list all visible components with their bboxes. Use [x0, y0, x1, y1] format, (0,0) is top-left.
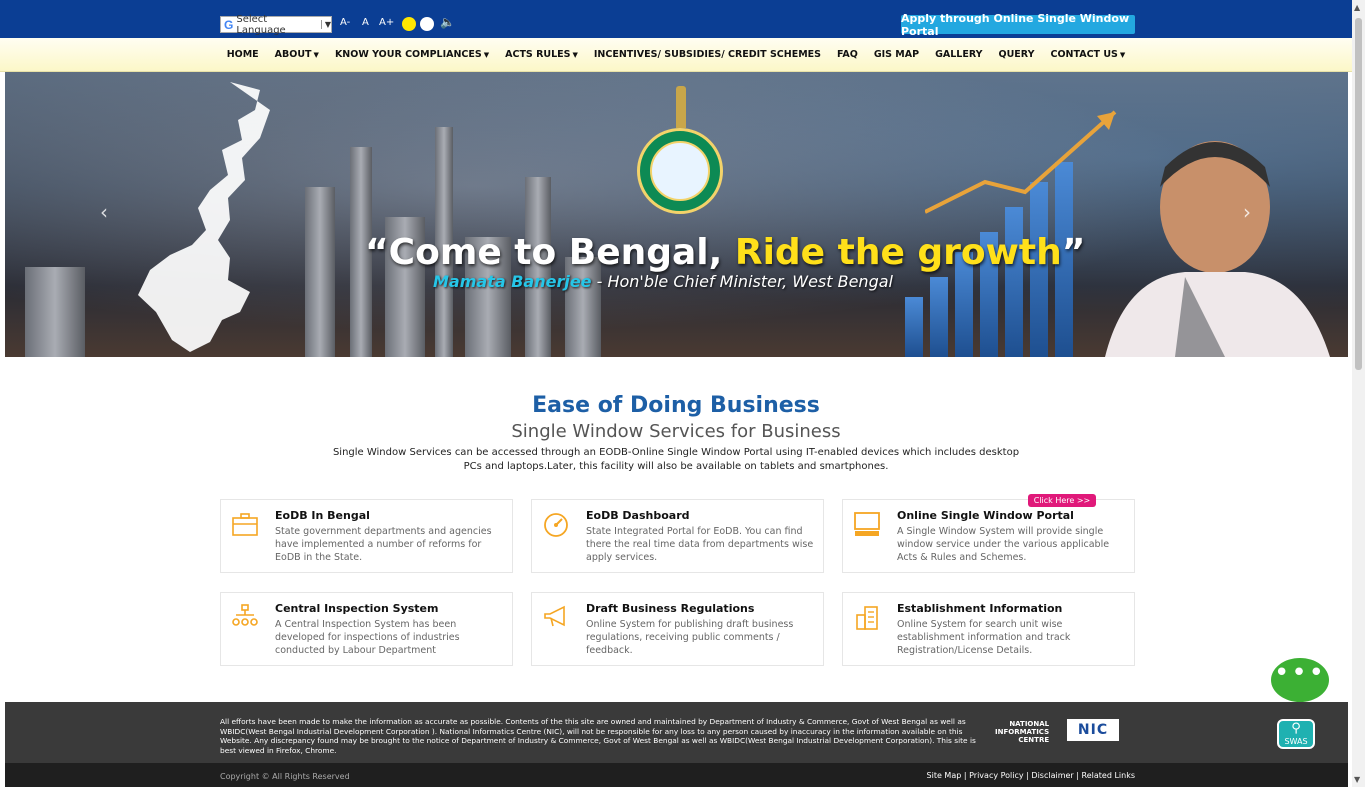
card-description: State government departments and agencie… [275, 526, 492, 563]
page-title: Ease of Doing Business [532, 393, 820, 418]
card-establishment-information[interactable]: Establishment Information Online System … [842, 592, 1135, 666]
chat-bubble-button[interactable]: ••• [1271, 658, 1329, 702]
nav-item-compliances[interactable]: KNOW YOUR COMPLIANCES ▼ [335, 49, 489, 60]
yellow-theme-button[interactable] [402, 17, 416, 31]
scrollbar-thumb[interactable] [1355, 18, 1362, 370]
hero-banner: ‹ › “Come to Bengal, Ride the growth” Ma… [5, 72, 1348, 357]
caret-down-icon: ▼ [313, 51, 319, 59]
footer-link-related[interactable]: Related Links [1082, 771, 1135, 780]
speaker-icon[interactable]: 🔈 [440, 15, 455, 29]
nav-item-incentives[interactable]: INCENTIVES/ SUBSIDIES/ CREDIT SCHEMES [594, 49, 821, 60]
card-central-inspection-system[interactable]: Central Inspection System A Central Insp… [220, 592, 513, 666]
megaphone-icon [544, 605, 565, 627]
card-draft-business-regulations[interactable]: Draft Business Regulations Online System… [531, 592, 824, 666]
intro-text: Single Window Services can be accessed t… [332, 447, 1020, 472]
speedometer-icon [544, 513, 568, 537]
card-title: EoDB In Bengal [275, 509, 370, 522]
card-title: Draft Business Regulations [586, 602, 755, 615]
card-title: Establishment Information [897, 602, 1063, 615]
card-online-single-window-portal[interactable]: Online Single Window Portal A Single Win… [842, 499, 1135, 573]
language-select[interactable]: G Select Language ▼ [220, 13, 332, 36]
caret-down-icon: ▼ [483, 51, 490, 59]
nic-logo[interactable]: NIC [1067, 719, 1119, 741]
footer-link-privacy[interactable]: Privacy Policy [969, 771, 1024, 780]
scroll-down-icon[interactable]: ▼ [1354, 775, 1360, 784]
nav-item-faq[interactable]: FAQ [837, 49, 858, 60]
swas-icon: ⚲ [1291, 721, 1301, 736]
nav-item-about[interactable]: ABOUT ▼ [275, 49, 319, 60]
font-normal-button[interactable]: A [362, 17, 369, 28]
top-bar: G Select Language ▼ A- A A+ 🔈 Apply thro… [0, 0, 1352, 38]
footer-bottom-bar: Copyright © All Rights Reserved Site Map… [5, 763, 1348, 787]
card-eodb-dashboard[interactable]: EoDB Dashboard State Integrated Portal f… [531, 499, 824, 573]
carousel-prev-button[interactable]: ‹ [100, 200, 108, 224]
org-chart-icon [232, 604, 258, 626]
card-description: Online System for search unit wise estab… [897, 619, 1071, 656]
nav-item-home[interactable]: HOME [227, 49, 259, 60]
card-description: State Integrated Portal for EoDB. You ca… [586, 526, 814, 563]
apply-single-window-button[interactable]: Apply through Online Single Window Porta… [901, 12, 1135, 38]
card-title: Central Inspection System [275, 602, 439, 615]
wb-government-seal [637, 128, 723, 214]
nav-item-contact[interactable]: CONTACT US ▼ [1050, 49, 1125, 60]
language-select-label: Select Language [236, 13, 286, 36]
card-title: EoDB Dashboard [586, 509, 690, 522]
font-increase-button[interactable]: A+ [379, 17, 394, 28]
nic-logo-text: NATIONAL INFORMATICS CENTRE [995, 720, 1050, 744]
white-theme-button[interactable] [420, 17, 434, 31]
card-description: A Single Window System will provide sing… [897, 526, 1110, 563]
click-here-badge[interactable]: Click Here >> [1028, 494, 1096, 507]
refinery-tower [305, 187, 335, 357]
chief-minister-portrait [1105, 141, 1330, 357]
banner-byline: Mamata Banerjee - Hon'ble Chief Minister… [433, 272, 893, 291]
page-scrollbar[interactable]: ▲ ▼ [1352, 0, 1365, 787]
footer: All efforts have been made to make the i… [5, 702, 1348, 763]
card-description: A Central Inspection System has been dev… [275, 619, 460, 656]
footer-disclaimer: All efforts have been made to make the i… [220, 717, 976, 755]
chevron-down-icon: ▼ [320, 20, 331, 29]
refinery-tower [25, 267, 85, 357]
swas-button[interactable]: ⚲ SWAS [1277, 719, 1315, 749]
page-subtitle: Single Window Services for Business [511, 421, 841, 442]
nav-item-gis-map[interactable]: GIS MAP [874, 49, 919, 60]
copyright-text: Copyright © All Rights Reserved [220, 772, 350, 781]
nav-item-acts-rules[interactable]: ACTS RULES ▼ [505, 49, 578, 60]
card-description: Online System for publishing draft busin… [586, 619, 794, 656]
footer-link-disclaimer[interactable]: Disclaimer [1031, 771, 1073, 780]
font-decrease-button[interactable]: A- [340, 17, 350, 28]
google-translate-icon: G [224, 17, 234, 32]
national-emblem-icon [676, 86, 686, 128]
nav-item-gallery[interactable]: GALLERY [935, 49, 982, 60]
scroll-up-icon[interactable]: ▲ [1354, 3, 1360, 12]
card-title: Online Single Window Portal [897, 509, 1074, 522]
nav-item-query[interactable]: QUERY [999, 49, 1035, 60]
footer-link-sitemap[interactable]: Site Map [927, 771, 962, 780]
caret-down-icon: ▼ [572, 51, 578, 59]
carousel-next-button[interactable]: › [1243, 200, 1251, 224]
footer-links: Site Map | Privacy Policy | Disclaimer |… [926, 771, 1135, 780]
main-nav: HOME ABOUT ▼ KNOW YOUR COMPLIANCES ▼ ACTS … [0, 38, 1352, 72]
building-icon [856, 606, 878, 630]
west-bengal-map-image [138, 82, 270, 352]
caret-down-icon: ▼ [1119, 51, 1126, 59]
desktop-computer-icon [854, 512, 880, 536]
banner-quote: “Come to Bengal, Ride the growth” [365, 232, 1086, 273]
card-eodb-in-bengal[interactable]: EoDB In Bengal State government departme… [220, 499, 513, 573]
briefcase-icon [232, 513, 258, 536]
